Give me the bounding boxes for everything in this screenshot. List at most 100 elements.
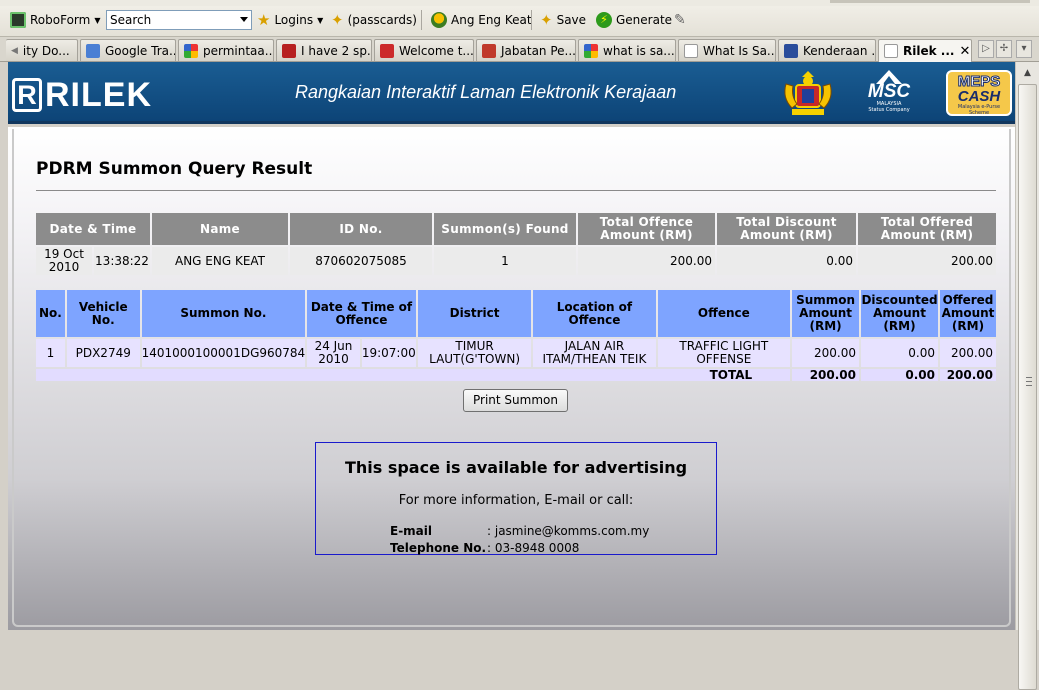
column-header: Location of Offence xyxy=(533,290,656,337)
save-icon: ✦ xyxy=(540,11,553,29)
main-content: PDRM Summon Query Result Date & Time Nam… xyxy=(8,127,1015,630)
tab-3[interactable]: permintaa... xyxy=(178,39,274,61)
tab-list-button[interactable]: ✢ xyxy=(996,40,1012,58)
row-number: 1 xyxy=(36,339,65,367)
identity-button[interactable]: Ang Eng Keat xyxy=(431,10,532,30)
discounted-amount: 0.00 xyxy=(861,339,938,367)
google-icon xyxy=(584,43,598,58)
title-divider xyxy=(36,190,996,191)
toolbar-separator xyxy=(531,10,532,30)
ad-phone-value: : 03-8948 0008 xyxy=(487,541,580,555)
tab-menu-button[interactable]: ▾ xyxy=(1016,40,1032,58)
total-label: TOTAL xyxy=(36,369,791,381)
offence-date: 24 Jun 2010 xyxy=(307,339,360,367)
tab-1[interactable]: ◀ ity Do... xyxy=(6,39,78,61)
tab-bar: ◀ ity Do... Google Tra... permintaa... I… xyxy=(0,37,1039,62)
column-header: Total Offence Amount (RM) xyxy=(578,213,715,245)
site-icon xyxy=(784,43,798,58)
total-offence-amount: 200.00 xyxy=(578,247,715,275)
chevron-down-icon: ▼ xyxy=(317,15,324,25)
district: TIMUR LAUT(G'TOWN) xyxy=(417,339,532,367)
tab-6[interactable]: Jabatan Pe... xyxy=(476,39,576,61)
total-summon-amount: 200.00 xyxy=(792,369,860,381)
column-header: Vehicle No. xyxy=(66,290,140,337)
passcards-button[interactable]: ✦ (passcards) xyxy=(331,10,417,30)
close-icon[interactable]: ✕ xyxy=(959,44,970,59)
summon-number: 1401000100001DG960784 xyxy=(141,339,306,367)
column-header: Summon No. xyxy=(141,290,306,337)
toolbar-separator xyxy=(421,10,422,30)
site-header: R RILEK Rangkaian Interaktif Laman Elekt… xyxy=(8,62,1015,124)
chevron-down-icon: ▼ xyxy=(94,15,101,25)
id-number: 870602075085 xyxy=(290,247,432,275)
advertising-box: This space is available for advertising … xyxy=(315,442,717,555)
summary-table: Date & Time Name ID No. Summon(s) Found … xyxy=(34,211,998,277)
save-button[interactable]: ✦ Save xyxy=(540,10,586,30)
total-discount-amount: 0.00 xyxy=(717,247,856,275)
tab-5[interactable]: Welcome t... xyxy=(374,39,474,61)
summon-detail-table: No. Vehicle No. Summon No. Date & Time o… xyxy=(34,288,998,383)
query-date: 19 Oct 2010 xyxy=(36,247,92,275)
scroll-up-icon[interactable]: ▲ xyxy=(1019,65,1036,82)
msc-logo: MSC MALAYSIA Status Company xyxy=(854,68,924,120)
pen-button[interactable]: ✎ xyxy=(674,10,686,30)
ad-email-value[interactable]: : jasmine@komms.com.my xyxy=(487,524,649,538)
column-header: Date & Time of Offence xyxy=(307,290,416,337)
column-header: District xyxy=(417,290,532,337)
site-tagline: Rangkaian Interaktif Laman Elektronik Ke… xyxy=(295,82,677,102)
scrollbar-thumb[interactable] xyxy=(1018,84,1037,690)
offence-time: 19:07:00 xyxy=(361,339,416,367)
generate-button[interactable]: ⚡ Generate xyxy=(596,10,672,30)
grip-icon xyxy=(1026,377,1032,386)
column-header: Date & Time xyxy=(36,213,150,245)
generate-icon: ⚡ xyxy=(596,12,612,28)
ad-email-label: E-mail xyxy=(390,524,433,538)
malaysia-crest-icon xyxy=(784,71,832,115)
tab-4[interactable]: I have 2 sp... xyxy=(276,39,372,61)
tab-9[interactable]: Kenderaan ... xyxy=(778,39,876,61)
total-offered-amount: 200.00 xyxy=(858,247,996,275)
logins-icon: ★ xyxy=(257,11,271,29)
summon-amount: 200.00 xyxy=(792,339,860,367)
tab-7[interactable]: what is sa... xyxy=(578,39,676,61)
column-header: Summon Amount (RM) xyxy=(792,290,860,337)
ad-subtitle: For more information, E-mail or call: xyxy=(398,493,634,508)
tab-8[interactable]: What Is Sa... xyxy=(678,39,776,61)
total-discounted-amount: 0.00 xyxy=(861,369,938,381)
column-header: Total Offered Amount (RM) xyxy=(858,213,996,245)
google-icon xyxy=(184,43,198,58)
ad-phone-row: Telephone No.: 03-8948 0008 xyxy=(390,541,579,555)
ad-phone-label: Telephone No. xyxy=(390,541,487,555)
ad-title: This space is available for advertising xyxy=(344,458,688,477)
total-offered-amount: 200.00 xyxy=(940,369,996,381)
user-icon xyxy=(431,12,447,28)
roboform-icon xyxy=(10,12,26,28)
passcards-icon: ✦ xyxy=(331,11,344,29)
total-row: TOTAL 200.00 0.00 200.00 xyxy=(36,369,996,381)
browser-toolbar: RoboForm ▼ Search ★ Logins ▼ ✦ (passcard… xyxy=(0,0,1039,37)
logins-button[interactable]: ★ Logins ▼ xyxy=(257,10,323,30)
summary-header-row: Date & Time Name ID No. Summon(s) Found … xyxy=(36,213,996,245)
window-top-strip xyxy=(0,0,1039,6)
print-summon-button[interactable]: Print Summon xyxy=(463,389,568,412)
chevron-down-icon[interactable] xyxy=(240,17,248,22)
vertical-scrollbar[interactable]: ▲ xyxy=(1015,62,1039,690)
column-header: Offered Amount (RM) xyxy=(940,290,996,337)
column-header: Total Discount Amount (RM) xyxy=(717,213,856,245)
tab-active[interactable]: Rilek ... ✕ xyxy=(878,39,972,62)
rilek-logo[interactable]: R RILEK xyxy=(12,78,152,112)
query-time: 13:38:22 xyxy=(94,247,150,275)
summons-found: 1 xyxy=(434,247,576,275)
msc-peak-icon xyxy=(876,70,902,84)
offence-location: JALAN AIR ITAM/THEAN TEIK xyxy=(533,339,656,367)
search-input[interactable]: Search xyxy=(106,10,252,30)
roboform-button[interactable]: RoboForm ▼ xyxy=(10,10,100,30)
offered-amount: 200.00 xyxy=(940,339,996,367)
forum-icon xyxy=(282,43,296,58)
tab-2[interactable]: Google Tra... xyxy=(80,39,176,61)
page-title: PDRM Summon Query Result xyxy=(36,159,313,179)
tab-scroll-right-button[interactable]: ▷ xyxy=(978,40,994,58)
table-row: 1 PDX2749 1401000100001DG960784 24 Jun 2… xyxy=(36,339,996,367)
scroll-left-icon: ◀ xyxy=(11,45,18,56)
meps-cash-logo: MEPS CASH Malaysia e-Purse Scheme xyxy=(946,70,1012,116)
